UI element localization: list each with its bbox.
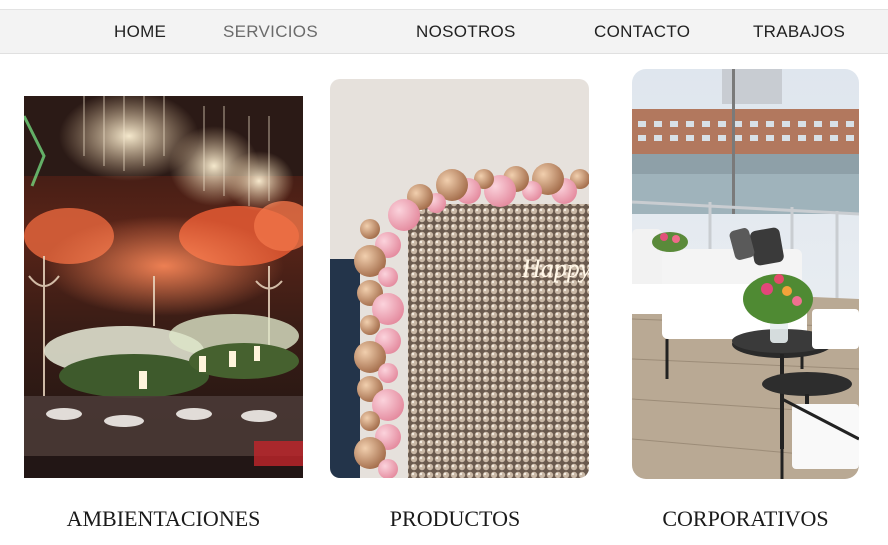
balloon — [360, 315, 380, 335]
balloon — [388, 199, 420, 231]
nav-servicios-link[interactable]: SERVICIOS — [223, 21, 318, 43]
nav-contacto-link[interactable]: CONTACTO — [594, 21, 690, 43]
ambientaciones-photo[interactable] — [24, 96, 303, 478]
balloon — [378, 267, 398, 287]
terrace-lounge-furniture-image — [632, 69, 859, 479]
corporativos-photo[interactable] — [632, 69, 859, 479]
balloon — [360, 411, 380, 431]
nav-trabajos-link[interactable]: TRABAJOS — [753, 21, 845, 43]
balloon-arch-sequin-wall-image: Happy B — [330, 79, 589, 478]
nav-home-link[interactable]: HOME — [114, 21, 166, 43]
productos-photo[interactable]: Happy B — [330, 79, 589, 478]
event-hall-chandeliers-image — [24, 96, 303, 478]
corporativos-caption[interactable]: CORPORATIVOS — [632, 506, 859, 532]
productos-caption[interactable]: PRODUCTOS — [330, 506, 580, 532]
balloon — [360, 219, 380, 239]
top-navigation-bar: HOME SERVICIOS NOSOTROS CONTACTO TRABAJO… — [0, 9, 888, 54]
happy-birthday-neon-sign: Happy B — [521, 254, 589, 283]
ambientaciones-caption[interactable]: AMBIENTACIONES — [24, 506, 303, 532]
balloon — [378, 363, 398, 383]
nav-nosotros-link[interactable]: NOSOTROS — [416, 21, 516, 43]
